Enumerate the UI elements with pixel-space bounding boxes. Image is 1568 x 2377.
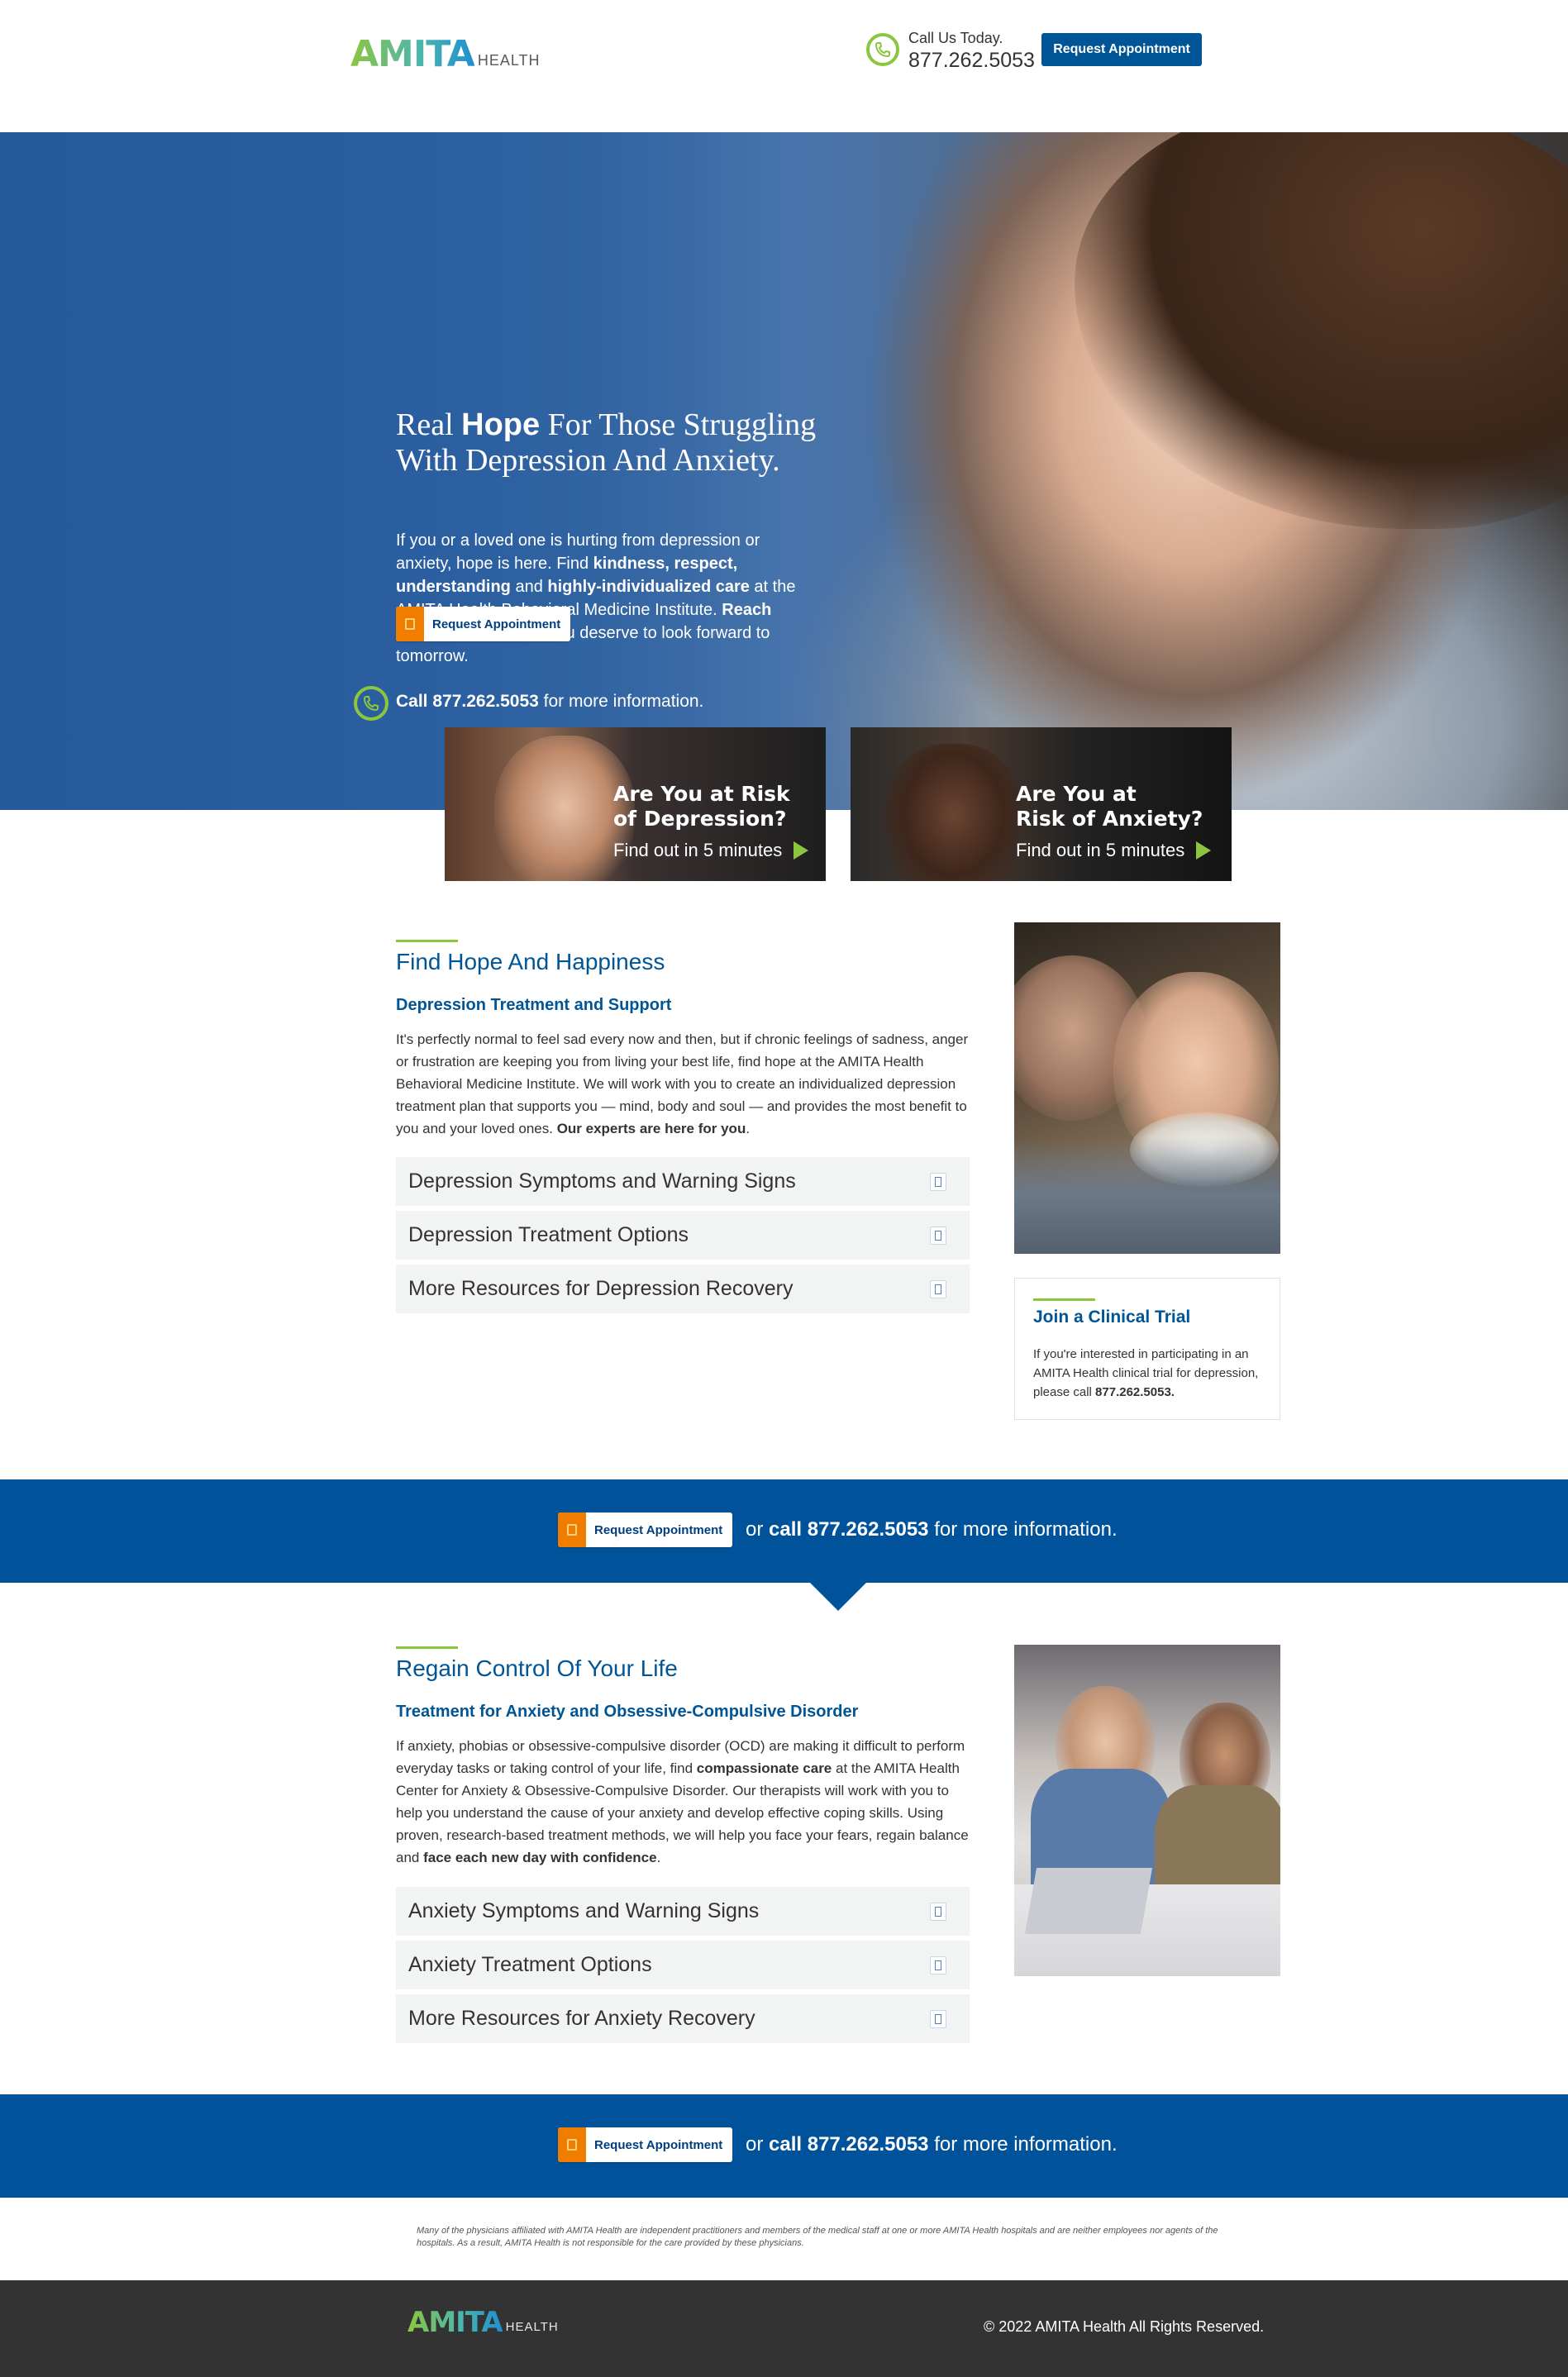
section-divider <box>396 1646 458 1649</box>
hero-call-text[interactable]: Call 877.262.5053 for more information. <box>396 692 703 712</box>
calendar-icon <box>558 1512 586 1547</box>
cta-band: Request Appointment or call 877.262.5053… <box>0 1479 1568 1583</box>
accordion-label: More Resources for Depression Recovery <box>408 1277 794 1300</box>
band-notch <box>808 1581 868 1611</box>
hero-banner: Real Hope For Those Struggling With Depr… <box>0 132 1568 810</box>
quiz-photo <box>884 744 1024 881</box>
clinical-trial-card: Join a Clinical Trial If you're interest… <box>1014 1278 1280 1420</box>
footer-amita-logo[interactable]: AMITA HEALTH <box>407 2308 559 2337</box>
accordion-label: Depression Symptoms and Warning Signs <box>408 1169 796 1193</box>
logo-wordmark: AMITA <box>350 33 475 75</box>
depression-section-title: Find Hope And Happiness <box>396 949 665 974</box>
accordion-anxiety-treatment[interactable]: Anxiety Treatment Options <box>396 1941 970 1989</box>
anxiety-section-title: Regain Control Of Your Life <box>396 1655 678 1681</box>
amita-logo[interactable]: AMITA HEALTH <box>350 36 541 73</box>
anxiety-section-subtitle: Treatment for Anxiety and Obsessive-Comp… <box>396 1703 859 1721</box>
site-footer: AMITA HEALTH © 2022 AMITA Health All Rig… <box>0 2280 1568 2377</box>
expand-icon <box>930 2010 946 2028</box>
accordion-depression-symptoms[interactable]: Depression Symptoms and Warning Signs <box>396 1157 970 1206</box>
quiz-title: Are You at Risk of Anxiety? <box>1016 782 1203 831</box>
elderly-couple-photo <box>1014 922 1280 1254</box>
depression-section-subtitle: Depression Treatment and Support <box>396 996 672 1014</box>
phone-icon <box>354 686 388 721</box>
accordion-depression-treatment[interactable]: Depression Treatment Options <box>396 1211 970 1260</box>
band-call-text: or call 877.262.5053 for more informatio… <box>746 2133 1118 2155</box>
hero-description: If you or a loved one is hurting from de… <box>396 531 796 665</box>
hero-headline: Real Hope For Those Struggling With Depr… <box>396 407 817 478</box>
phone-icon <box>866 33 899 66</box>
band-call-text: or call 877.262.5053 for more informatio… <box>746 1518 1118 1541</box>
accordion-label: Anxiety Symptoms and Warning Signs <box>408 1899 760 1922</box>
play-arrow-icon <box>794 841 809 860</box>
therapy-session-photo <box>1014 1645 1280 1976</box>
accordion-label: Anxiety Treatment Options <box>408 1953 652 1976</box>
hero-request-appointment-button[interactable]: Request Appointment <box>396 607 571 641</box>
button-label: Request Appointment <box>432 617 561 631</box>
logo-wordmark: AMITA <box>407 2306 503 2339</box>
band-request-appointment-button[interactable]: Request Appointment <box>558 2127 733 2162</box>
quiz-cta: Find out in 5 minutes <box>1016 840 1212 861</box>
call-label: Call Us Today. <box>908 30 1003 46</box>
copyright-text: © 2022 AMITA Health All Rights Reserved. <box>984 2318 1265 2335</box>
header-call: Call Us Today. 877.262.5053 <box>908 30 1035 73</box>
quiz-title: Are You at Risk of Depression? <box>613 782 790 831</box>
depression-quiz-card[interactable]: Are You at Risk of Depression? Find out i… <box>445 727 826 881</box>
depression-body: It's perfectly normal to feel sad every … <box>396 1031 969 1136</box>
header-phone-number[interactable]: 877.262.5053 <box>908 49 1035 73</box>
accordion-label: More Resources for Anxiety Recovery <box>408 2007 755 2030</box>
clinical-trial-text: If you're interested in participating in… <box>1033 1347 1259 1399</box>
anxiety-quiz-card[interactable]: Are You at Risk of Anxiety? Find out in 5… <box>851 727 1232 881</box>
hero-photo-hair <box>1075 132 1568 529</box>
landing-page: AMITA HEALTH Call Us Today. 877.262.5053… <box>0 0 1568 2377</box>
anxiety-body: If anxiety, phobias or obsessive-compuls… <box>396 1738 969 1865</box>
logo-subtext: HEALTH <box>477 52 541 69</box>
button-label: Request Appointment <box>594 1522 723 1537</box>
accordion-depression-resources[interactable]: More Resources for Depression Recovery <box>396 1265 970 1313</box>
section-divider <box>1033 1298 1095 1301</box>
accordion-anxiety-resources[interactable]: More Resources for Anxiety Recovery <box>396 1994 970 2043</box>
expand-icon <box>930 1173 946 1191</box>
button-label: Request Appointment <box>594 2137 723 2152</box>
expand-icon <box>930 1903 946 1921</box>
quiz-cta: Find out in 5 minutes <box>613 840 809 861</box>
cta-band: Request Appointment or call 877.262.5053… <box>0 2094 1568 2198</box>
expand-icon <box>930 1280 946 1298</box>
accordion-anxiety-symptoms[interactable]: Anxiety Symptoms and Warning Signs <box>396 1887 970 1936</box>
calendar-icon <box>396 607 424 641</box>
play-arrow-icon <box>1196 841 1212 860</box>
header-request-appointment-button[interactable]: Request Appointment <box>1041 33 1202 66</box>
site-header: AMITA HEALTH Call Us Today. 877.262.5053… <box>0 0 1568 132</box>
clinical-trial-title: Join a Clinical Trial <box>1033 1308 1191 1327</box>
disclaimer-text: Many of the physicians affiliated with A… <box>417 2226 1218 2248</box>
logo-subtext: HEALTH <box>505 2320 559 2334</box>
accordion-label: Depression Treatment Options <box>408 1223 689 1246</box>
section-divider <box>396 940 458 942</box>
band-request-appointment-button[interactable]: Request Appointment <box>558 1512 733 1547</box>
expand-icon <box>930 1227 946 1245</box>
expand-icon <box>930 1956 946 1974</box>
calendar-icon <box>558 2127 586 2162</box>
